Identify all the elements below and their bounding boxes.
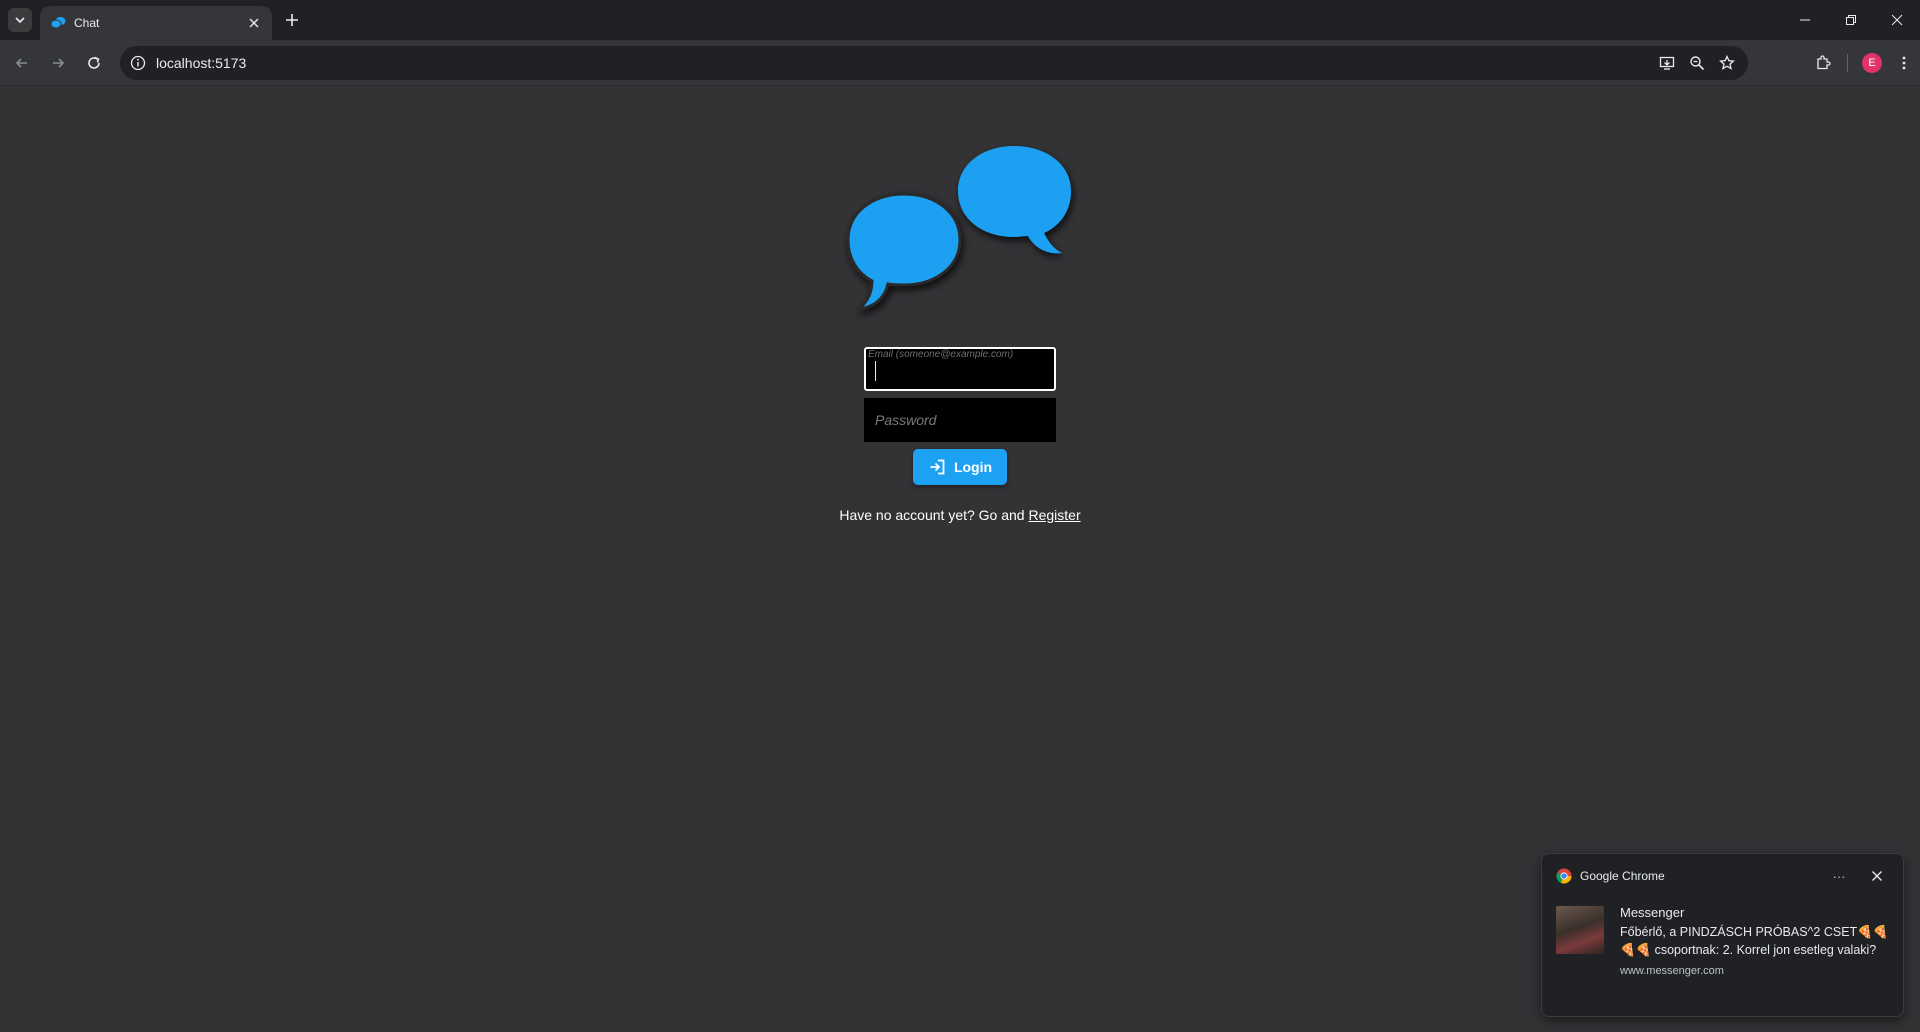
- notification-title: Messenger: [1620, 905, 1685, 920]
- plus-icon: [286, 14, 298, 26]
- avatar: E: [1862, 53, 1882, 73]
- notification-source: www.messenger.com: [1620, 965, 1724, 977]
- login-form: Email (someone@example.com) Login: [864, 347, 1056, 485]
- profile-button[interactable]: E: [1856, 51, 1888, 75]
- notification-app-name: Google Chrome: [1580, 869, 1665, 883]
- chrome-logo-icon: [1556, 868, 1572, 884]
- restore-icon: [1846, 15, 1856, 25]
- close-window-button[interactable]: [1874, 0, 1920, 40]
- forward-button[interactable]: [46, 51, 70, 75]
- new-tab-button[interactable]: [282, 10, 302, 30]
- minimize-icon: [1800, 19, 1810, 21]
- chat-bubbles-icon: [846, 146, 1071, 312]
- tab-search-button[interactable]: [8, 8, 32, 32]
- password-field[interactable]: [864, 398, 1056, 442]
- info-icon[interactable]: [130, 55, 146, 71]
- more-options-icon[interactable]: ···: [1829, 866, 1849, 886]
- login-button[interactable]: Login: [913, 449, 1007, 485]
- restore-button[interactable]: [1828, 0, 1874, 40]
- close-tab-icon[interactable]: [246, 15, 262, 31]
- close-icon: [1891, 14, 1903, 26]
- login-label: Login: [953, 459, 993, 475]
- text-caret: [875, 361, 876, 381]
- tab-strip: Chat: [0, 0, 1920, 40]
- register-prompt-text: Have no account yet? Go and: [839, 507, 1025, 523]
- minimize-button[interactable]: [1782, 0, 1828, 40]
- toolbar-separator: [1847, 54, 1848, 72]
- register-prompt: Have no account yet? Go and Register: [0, 507, 1920, 523]
- email-label: Email (someone@example.com): [868, 349, 1014, 360]
- chevron-down-icon: [15, 17, 25, 24]
- window-controls: [1782, 0, 1920, 40]
- back-button[interactable]: [10, 51, 34, 75]
- password-input[interactable]: [864, 398, 1056, 442]
- sign-in-icon: [930, 459, 945, 475]
- register-link[interactable]: Register: [1028, 507, 1080, 523]
- zoom-icon[interactable]: [1688, 54, 1706, 72]
- address-bar[interactable]: localhost:5173: [120, 46, 1748, 80]
- reload-icon: [88, 56, 100, 69]
- bookmark-star-icon[interactable]: [1718, 54, 1736, 72]
- tab-title: Chat: [74, 16, 100, 30]
- sender-avatar: [1556, 906, 1604, 954]
- install-app-icon[interactable]: [1658, 54, 1676, 72]
- arrow-left-icon: [15, 58, 27, 68]
- chat-favicon-icon: [50, 17, 66, 29]
- notification-message: Főbérlő, a PINDZÁSCH PRÓBAS^2 CSET🍕🍕🍕🍕 c…: [1620, 925, 1889, 957]
- arrow-right-icon: [53, 58, 65, 68]
- chrome-notification[interactable]: Google Chrome ··· Messenger Főbérlő, a P…: [1541, 853, 1904, 1017]
- tab-chat[interactable]: Chat: [40, 6, 272, 40]
- reload-button[interactable]: [82, 51, 106, 75]
- email-field[interactable]: Email (someone@example.com): [864, 347, 1056, 391]
- menu-kebab-icon[interactable]: [1888, 51, 1920, 75]
- url-text: localhost:5173: [156, 55, 247, 71]
- close-notification-icon[interactable]: [1867, 866, 1887, 886]
- browser-toolbar: localhost:5173 E: [0, 40, 1920, 86]
- extensions-icon[interactable]: [1807, 51, 1839, 75]
